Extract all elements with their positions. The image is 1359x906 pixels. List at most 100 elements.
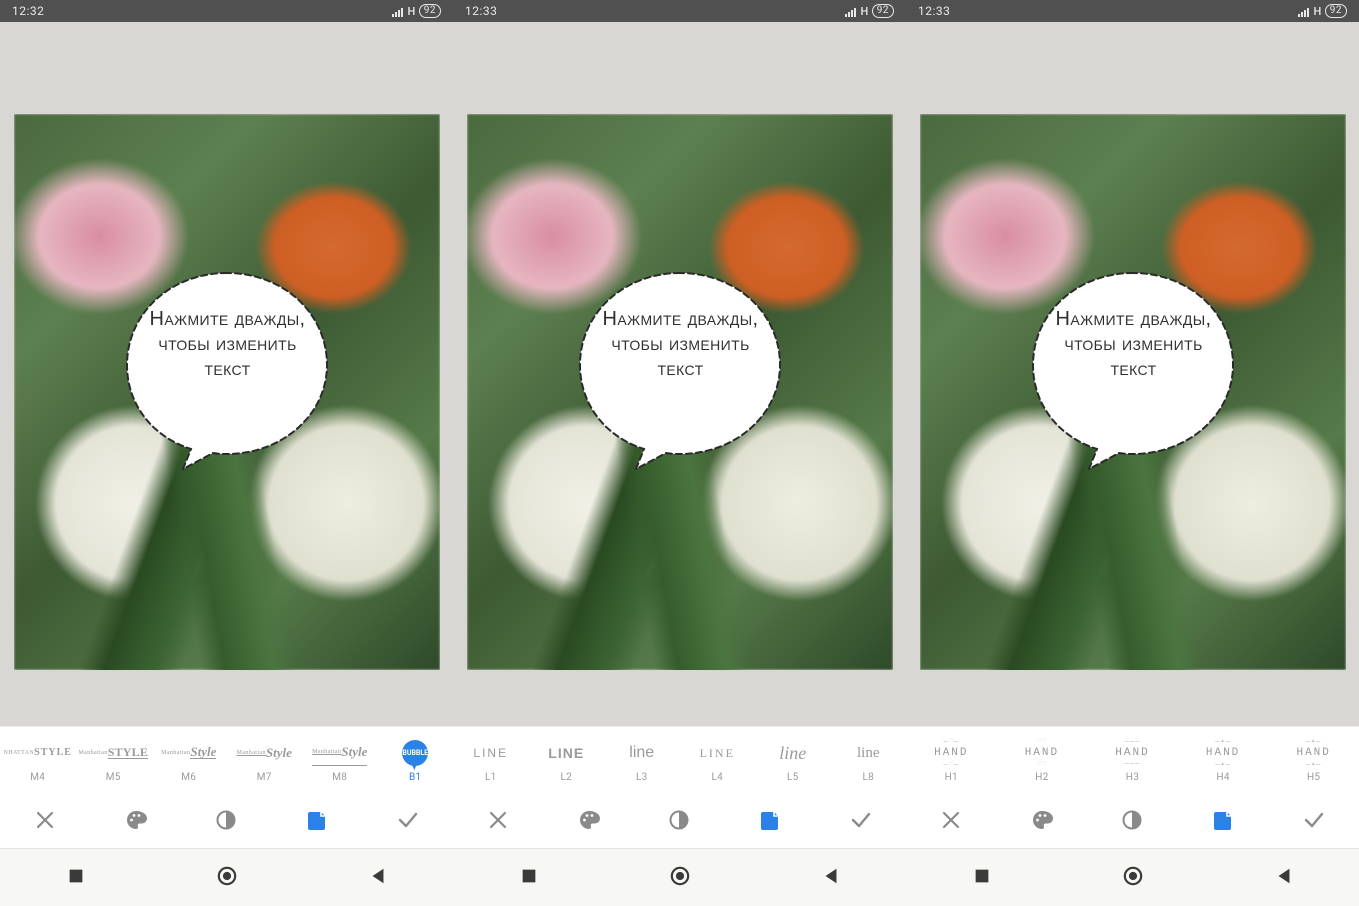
confirm-button[interactable] xyxy=(815,809,906,835)
style-option-L5[interactable]: line L5 xyxy=(755,727,831,796)
confirm-button[interactable] xyxy=(1268,809,1359,835)
palette-button[interactable] xyxy=(544,809,635,835)
triangle-icon xyxy=(821,866,841,890)
style-preview: NHATTANSTYLE xyxy=(4,740,72,766)
sticker-button[interactable] xyxy=(272,809,363,835)
nav-home-button[interactable] xyxy=(653,858,707,898)
style-option-M6[interactable]: ManhattanStyle M6 xyxy=(151,727,227,796)
network-label: H xyxy=(1313,5,1321,18)
square-icon xyxy=(972,866,992,890)
style-preview: —✦—HAND—✦— xyxy=(1206,740,1240,766)
square-icon xyxy=(66,866,86,890)
editor-canvas[interactable]: Нажмите дважды, чтобы изменить текст xyxy=(0,22,453,726)
nav-recent-button[interactable] xyxy=(502,858,556,898)
style-code-label: H3 xyxy=(1126,772,1139,783)
style-picker-row: —♡—HAND—♡— H1 ♡♡HAND♡♡ H2 ———HAND——— H3 … xyxy=(906,726,1359,796)
style-code-label: L1 xyxy=(485,772,497,783)
style-preview: LINE xyxy=(700,740,735,766)
status-time: 12:33 xyxy=(465,4,497,18)
status-time: 12:33 xyxy=(918,4,950,18)
style-option-M7[interactable]: ManhattanStyle M7 xyxy=(227,727,303,796)
sticker-icon xyxy=(1212,809,1234,835)
network-label: H xyxy=(860,5,868,18)
status-bar: 12:32 H 92 xyxy=(0,0,453,22)
opacity-button[interactable] xyxy=(634,809,725,835)
network-label: H xyxy=(407,5,415,18)
style-preview: —✦—HAND—✦— xyxy=(1296,740,1330,766)
close-button[interactable] xyxy=(453,809,544,835)
nav-recent-button[interactable] xyxy=(49,858,103,898)
palette-button[interactable] xyxy=(91,809,182,835)
style-code-label: L5 xyxy=(787,772,799,783)
close-button[interactable] xyxy=(906,809,997,835)
editor-canvas[interactable]: Нажмите дважды, чтобы изменить текст xyxy=(453,22,906,726)
style-option-H1[interactable]: —♡—HAND—♡— H1 xyxy=(906,727,997,796)
sticker-button[interactable] xyxy=(725,809,816,835)
style-option-L8[interactable]: line L8 xyxy=(831,727,907,796)
style-code-label: L4 xyxy=(711,772,723,783)
style-code-label: H2 xyxy=(1035,772,1048,783)
style-option-L3[interactable]: line L3 xyxy=(604,727,680,796)
screen-3: 12:33 H 92 Нажмите дважды, чтобы изменит… xyxy=(906,0,1359,848)
speech-bubble[interactable]: Нажмите дважды, чтобы изменить текст xyxy=(1019,265,1247,475)
battery-level: 92 xyxy=(419,4,441,18)
android-nav-2 xyxy=(453,849,906,906)
style-option-B1[interactable]: BUBBLE B1 xyxy=(378,727,454,796)
palette-icon xyxy=(1031,809,1053,835)
style-option-H4[interactable]: —✦—HAND—✦— H4 xyxy=(1178,727,1269,796)
style-code-label: L3 xyxy=(636,772,648,783)
battery-level: 92 xyxy=(872,4,894,18)
bubble-text: Нажмите дважды, чтобы изменить текст xyxy=(1031,307,1237,382)
style-option-L4[interactable]: LINE L4 xyxy=(680,727,756,796)
style-picker-row: NHATTANSTYLE M4 ManhattanSTYLE M5 Manhat… xyxy=(0,726,453,796)
style-code-label: H4 xyxy=(1216,772,1229,783)
screen-1: 12:32 H 92 Нажмите дважды, чтобы изменит… xyxy=(0,0,453,848)
nav-home-button[interactable] xyxy=(200,858,254,898)
style-preview: ManhattanStyle xyxy=(312,740,367,766)
palette-icon xyxy=(578,809,600,835)
speech-bubble[interactable]: Нажмите дважды, чтобы изменить текст xyxy=(113,265,341,475)
style-code-label: M6 xyxy=(181,772,196,783)
speech-bubble[interactable]: Нажмите дважды, чтобы изменить текст xyxy=(566,265,794,475)
style-code-label: M5 xyxy=(106,772,121,783)
palette-button[interactable] xyxy=(997,809,1088,835)
style-option-M8[interactable]: ManhattanStyle M8 xyxy=(302,727,378,796)
style-option-M5[interactable]: ManhattanSTYLE M5 xyxy=(76,727,152,796)
style-code-label: B1 xyxy=(409,772,421,783)
battery-level: 92 xyxy=(1325,4,1347,18)
circle-icon xyxy=(670,866,690,890)
nav-home-button[interactable] xyxy=(1106,858,1160,898)
style-picker-row: LINE L1 LINE L2 line L3 LINE L4 line L5 … xyxy=(453,726,906,796)
opacity-icon xyxy=(668,809,690,835)
opacity-button[interactable] xyxy=(1087,809,1178,835)
confirm-button[interactable] xyxy=(362,809,453,835)
palette-icon xyxy=(125,809,147,835)
style-option-H3[interactable]: ———HAND——— H3 xyxy=(1087,727,1178,796)
nav-back-button[interactable] xyxy=(351,858,405,898)
style-option-H2[interactable]: ♡♡HAND♡♡ H2 xyxy=(997,727,1088,796)
style-option-M4[interactable]: NHATTANSTYLE M4 xyxy=(0,727,76,796)
sticker-button[interactable] xyxy=(1178,809,1269,835)
triangle-icon xyxy=(368,866,388,890)
nav-recent-button[interactable] xyxy=(955,858,1009,898)
style-option-L1[interactable]: LINE L1 xyxy=(453,727,529,796)
tool-row xyxy=(0,796,453,848)
nav-back-button[interactable] xyxy=(1257,858,1311,898)
signal-icon xyxy=(392,6,404,17)
style-option-L2[interactable]: LINE L2 xyxy=(529,727,605,796)
style-preview: LINE xyxy=(548,740,584,766)
style-option-H5[interactable]: —✦—HAND—✦— H5 xyxy=(1268,727,1359,796)
style-preview: line xyxy=(779,740,806,766)
circle-icon xyxy=(217,866,237,890)
opacity-button[interactable] xyxy=(181,809,272,835)
style-preview: LINE xyxy=(473,740,508,766)
close-icon xyxy=(34,809,56,835)
signal-icon xyxy=(845,6,857,17)
sticker-icon xyxy=(759,809,781,835)
style-preview: ManhattanStyle xyxy=(237,740,292,766)
editor-canvas[interactable]: Нажмите дважды, чтобы изменить текст xyxy=(906,22,1359,726)
screen-2: 12:33 H 92 Нажмите дважды, чтобы изменит… xyxy=(453,0,906,848)
style-code-label: H1 xyxy=(945,772,958,783)
close-button[interactable] xyxy=(0,809,91,835)
nav-back-button[interactable] xyxy=(804,858,858,898)
